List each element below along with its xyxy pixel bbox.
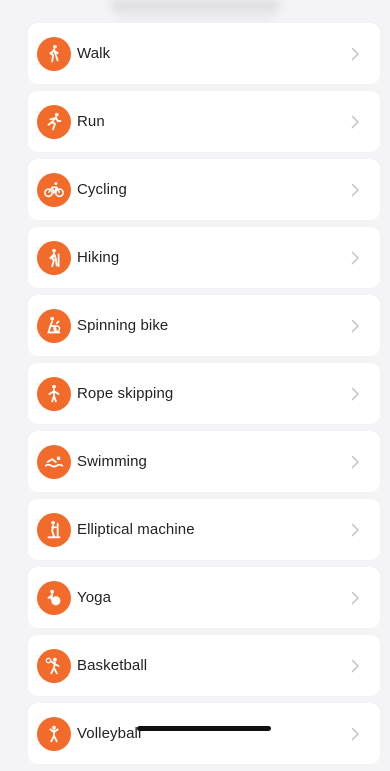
workout-item-label: Cycling xyxy=(77,181,127,198)
chevron-right-icon xyxy=(351,591,360,604)
workout-item-label: Elliptical machine xyxy=(77,521,195,538)
workout-item-label: Walk xyxy=(77,45,111,62)
workout-item-walk[interactable]: Walk xyxy=(28,23,380,84)
workout-item-label: Swimming xyxy=(77,453,147,470)
rope-skipping-icon xyxy=(37,376,71,411)
volleyball-icon xyxy=(37,716,71,751)
workout-item-elliptical-machine[interactable]: Elliptical machine xyxy=(28,499,380,560)
workout-item-label: Yoga xyxy=(77,589,112,606)
home-indicator[interactable] xyxy=(137,726,271,731)
chevron-right-icon xyxy=(351,183,360,196)
chevron-right-icon xyxy=(351,659,360,672)
workout-item-label: Rope skipping xyxy=(77,385,174,402)
swimming-icon xyxy=(37,444,71,479)
chevron-right-icon xyxy=(351,727,360,740)
workout-item-label: Volleyball xyxy=(77,725,142,742)
workout-item-cycling[interactable]: Cycling xyxy=(28,159,380,220)
hiking-icon xyxy=(37,240,71,275)
workout-item-label: Basketball xyxy=(77,657,148,674)
chevron-right-icon xyxy=(351,455,360,468)
run-icon xyxy=(37,104,71,139)
cycling-icon xyxy=(37,172,71,207)
chevron-right-icon xyxy=(351,47,360,60)
top-shadow xyxy=(110,0,280,24)
workout-item-yoga[interactable]: Yoga xyxy=(28,567,380,628)
workout-item-basketball[interactable]: Basketball xyxy=(28,635,380,696)
chevron-right-icon xyxy=(351,319,360,332)
chevron-right-icon xyxy=(351,251,360,264)
workout-item-rope-skipping[interactable]: Rope skipping xyxy=(28,363,380,424)
chevron-right-icon xyxy=(351,387,360,400)
workout-item-label: Run xyxy=(77,113,105,130)
workout-item-label: Hiking xyxy=(77,249,120,266)
workout-item-label: Spinning bike xyxy=(77,317,169,334)
elliptical-machine-icon xyxy=(37,512,71,547)
chevron-right-icon xyxy=(351,115,360,128)
basketball-icon xyxy=(37,648,71,683)
spinning-bike-icon xyxy=(37,308,71,343)
workout-item-swimming[interactable]: Swimming xyxy=(28,431,380,492)
workout-item-hiking[interactable]: Hiking xyxy=(28,227,380,288)
walk-icon xyxy=(37,36,71,71)
workout-type-list: Walk Run Cycling Hiking Spinning bike Ro… xyxy=(28,23,380,771)
yoga-icon xyxy=(37,580,71,615)
workout-item-run[interactable]: Run xyxy=(28,91,380,152)
workout-item-volleyball[interactable]: Volleyball xyxy=(28,703,380,764)
chevron-right-icon xyxy=(351,523,360,536)
workout-item-spinning-bike[interactable]: Spinning bike xyxy=(28,295,380,356)
